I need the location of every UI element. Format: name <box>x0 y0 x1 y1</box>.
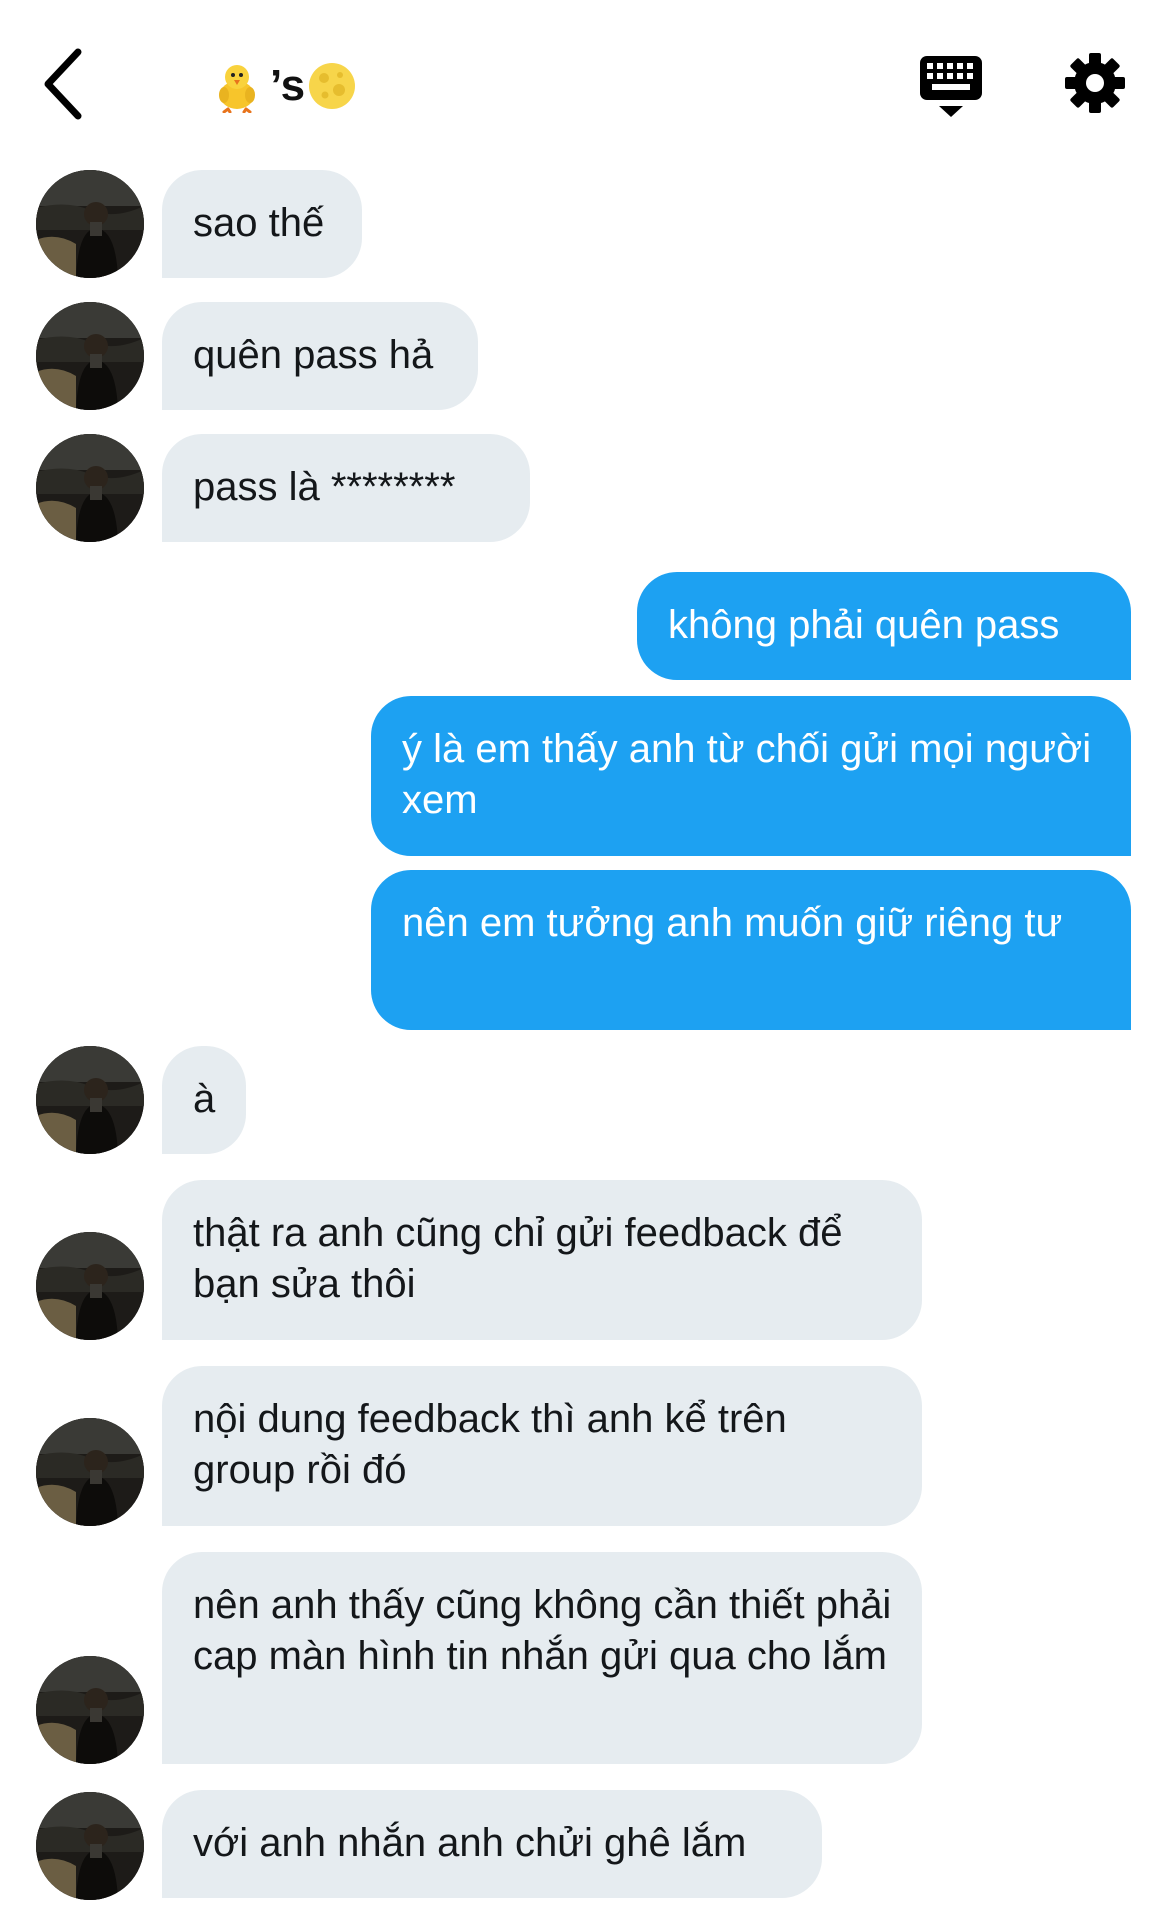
chevron-left-icon <box>44 48 82 120</box>
avatar[interactable] <box>36 1232 144 1340</box>
profile-photo <box>36 1046 144 1154</box>
chick-emoji-icon <box>219 65 255 113</box>
gear-icon <box>1065 53 1125 113</box>
message-bubble-incoming[interactable]: thật ra anh cũng chỉ gửi feedback để bạn… <box>162 1180 922 1340</box>
message-bubble-incoming[interactable]: quên pass hả <box>162 302 478 410</box>
message-bubble-incoming[interactable]: nên anh thấy cũng không cần thiết phải c… <box>162 1552 922 1764</box>
profile-photo <box>36 1418 144 1526</box>
profile-photo <box>36 170 144 278</box>
keyboard-icon <box>920 56 982 117</box>
conversation-title[interactable]: ’s <box>210 56 357 116</box>
settings-button[interactable] <box>1064 52 1126 114</box>
message-bubble-incoming[interactable]: pass là ******** <box>162 434 530 542</box>
profile-photo <box>36 1232 144 1340</box>
message-bubble-incoming[interactable]: nội dung feedback thì anh kể trên group … <box>162 1366 922 1526</box>
profile-photo <box>36 1656 144 1764</box>
message-bubble-incoming[interactable]: với anh nhắn anh chửi ghê lắm <box>162 1790 822 1898</box>
avatar[interactable] <box>36 1792 144 1900</box>
message-bubble-outgoing[interactable]: ý là em thấy anh từ chối gửi mọi người x… <box>371 696 1131 856</box>
profile-photo <box>36 1792 144 1900</box>
keyboard-button[interactable] <box>918 54 984 120</box>
title-text: ’s <box>270 61 306 110</box>
conversation-header: ’s <box>0 0 1170 160</box>
avatar[interactable] <box>36 170 144 278</box>
avatar[interactable] <box>36 434 144 542</box>
avatar[interactable] <box>36 1418 144 1526</box>
full-moon-emoji-icon <box>309 63 356 109</box>
avatar[interactable] <box>36 302 144 410</box>
message-bubble-outgoing[interactable]: nên em tưởng anh muốn giữ riêng tư <box>371 870 1131 1030</box>
message-bubble-outgoing[interactable]: không phải quên pass <box>637 572 1131 680</box>
back-button[interactable] <box>36 44 96 124</box>
profile-photo <box>36 302 144 410</box>
avatar[interactable] <box>36 1656 144 1764</box>
avatar[interactable] <box>36 1046 144 1154</box>
message-bubble-incoming[interactable]: à <box>162 1046 246 1154</box>
profile-photo <box>36 434 144 542</box>
message-bubble-incoming[interactable]: sao thế <box>162 170 362 278</box>
